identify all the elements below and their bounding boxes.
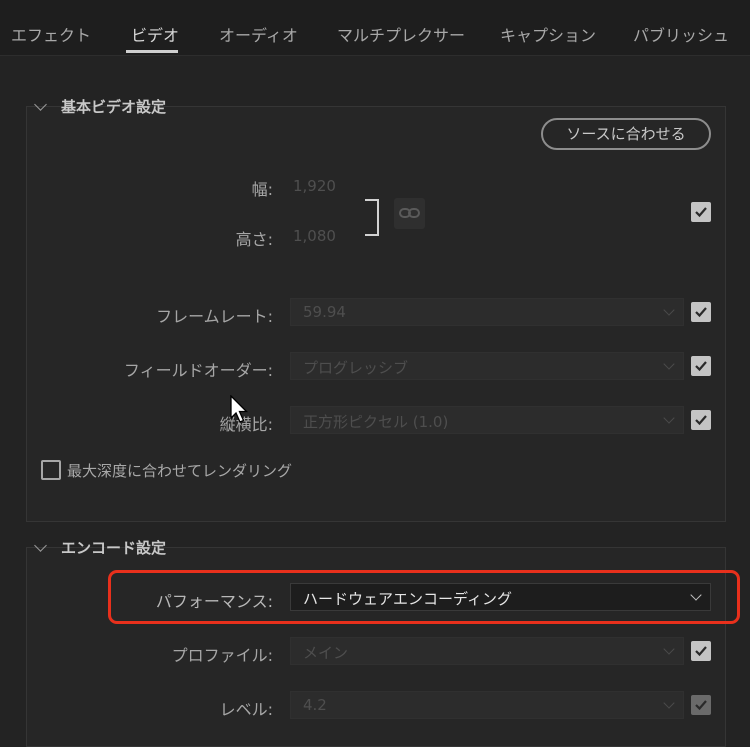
tab-captions[interactable]: キャプション <box>500 22 596 46</box>
link-icon <box>399 208 420 218</box>
encode-title: エンコード設定 <box>61 539 167 557</box>
frame-rate-checkbox[interactable] <box>691 302 711 322</box>
level-label: レベル: <box>219 700 273 719</box>
width-field[interactable]: 1,920 <box>293 177 336 195</box>
frame-rate-value: 59.94 <box>303 303 346 321</box>
max-depth-label: 最大深度に合わせてレンダリング <box>67 462 293 480</box>
mouse-cursor-icon <box>230 395 249 423</box>
level-checkbox[interactable] <box>691 695 711 715</box>
width-label: 幅: <box>251 180 273 199</box>
active-tab-indicator <box>126 50 178 53</box>
profile-checkbox[interactable] <box>691 641 711 661</box>
dimension-link-bracket <box>365 199 379 236</box>
checkmark-icon <box>695 307 707 318</box>
checkmark-icon <box>695 646 707 657</box>
field-order-label: フィールドオーダー: <box>123 361 273 380</box>
frame-rate-label: フレームレート: <box>156 307 273 326</box>
profile-label: プロファイル: <box>171 646 273 665</box>
basic-video-title: 基本ビデオ設定 <box>61 98 167 116</box>
chevron-down-icon <box>663 697 675 709</box>
match-source-button[interactable]: ソースに合わせる <box>541 118 711 150</box>
tab-effects[interactable]: エフェクト <box>11 22 91 46</box>
tab-audio[interactable]: オーディオ <box>219 22 298 46</box>
tab-bar: エフェクト ビデオ オーディオ マルチプレクサー キャプション パブリッシュ <box>0 0 750 56</box>
field-order-value: プログレッシブ <box>303 359 409 377</box>
aspect-ratio-value: 正方形ピクセル (1.0) <box>303 413 449 431</box>
checkmark-icon <box>695 700 707 711</box>
chevron-down-icon <box>34 538 47 552</box>
aspect-ratio-select[interactable]: 正方形ピクセル (1.0) <box>290 406 684 434</box>
field-order-checkbox[interactable] <box>691 356 711 376</box>
basic-video-section-toggle[interactable]: 基本ビデオ設定 <box>34 96 167 117</box>
aspect-ratio-checkbox[interactable] <box>691 410 711 430</box>
encode-section-toggle[interactable]: エンコード設定 <box>34 537 167 558</box>
max-depth-checkbox[interactable] <box>41 460 61 480</box>
profile-select[interactable]: メイン <box>290 637 684 665</box>
checkmark-icon <box>695 415 707 426</box>
checkmark-icon <box>695 207 707 218</box>
level-value: 4.2 <box>303 696 327 714</box>
chevron-down-icon <box>663 304 675 316</box>
match-dimensions-checkbox[interactable] <box>691 202 711 222</box>
highlight-annotation <box>108 570 740 624</box>
profile-value: メイン <box>303 644 349 662</box>
frame-rate-select[interactable]: 59.94 <box>290 298 684 326</box>
height-field[interactable]: 1,080 <box>293 227 336 245</box>
chevron-down-icon <box>34 97 47 111</box>
tab-publish[interactable]: パブリッシュ <box>633 22 729 46</box>
checkmark-icon <box>695 361 707 372</box>
field-order-select[interactable]: プログレッシブ <box>290 352 684 380</box>
tab-multiplexer[interactable]: マルチプレクサー <box>337 22 465 46</box>
chevron-down-icon <box>663 643 675 655</box>
height-label: 高さ: <box>235 230 273 249</box>
level-select[interactable]: 4.2 <box>290 691 684 719</box>
tab-video[interactable]: ビデオ <box>131 22 179 46</box>
chevron-down-icon <box>663 412 675 424</box>
link-dimensions-button[interactable] <box>394 198 425 229</box>
chevron-down-icon <box>663 358 675 370</box>
